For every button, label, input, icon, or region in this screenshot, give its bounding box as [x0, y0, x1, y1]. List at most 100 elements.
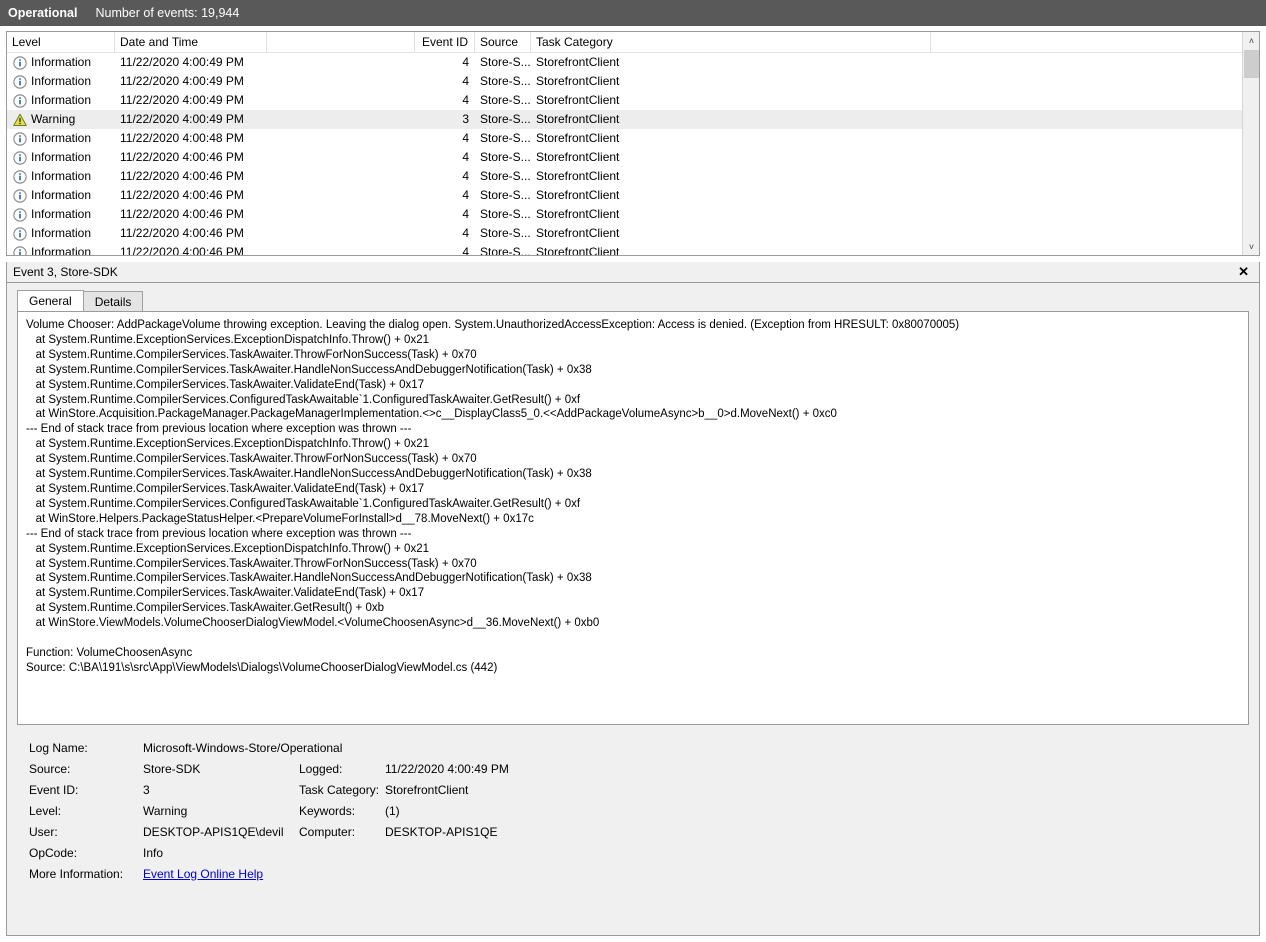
event-detail-panel: Event 3, Store-SDK ✕ General Details Vol…: [6, 262, 1260, 936]
event-id-value: 3: [143, 782, 150, 797]
cell-level: Information: [7, 53, 115, 72]
cell-spacer: [267, 129, 415, 148]
keywords-value: (1): [385, 803, 400, 818]
cell-event-id: 4: [462, 74, 469, 88]
table-row[interactable]: Information 11/22/2020 4:00:46 PM 4 Store-S…: [7, 167, 1259, 186]
cell-date-and-time: 11/22/2020 4:00:46 PM: [120, 169, 244, 183]
level-value: Warning: [143, 803, 188, 818]
cell-source: Store-S...: [480, 93, 531, 107]
event-metadata: Log Name: Microsoft-Windows-Store/Operat…: [29, 737, 1259, 884]
source-label: Source:: [29, 761, 71, 776]
cell-event-id: 4: [462, 55, 469, 69]
event-list-scrollbar[interactable]: ˄ ˅: [1242, 32, 1259, 255]
information-icon: [13, 74, 27, 89]
cell-date-and-time: 11/22/2020 4:00:46 PM: [120, 188, 244, 202]
close-icon[interactable]: ✕: [1234, 265, 1253, 279]
cell-task-category: StorefrontClient: [536, 74, 620, 88]
cell-date-and-time: 11/22/2020 4:00:49 PM: [120, 55, 244, 69]
column-header-spacer[interactable]: [267, 32, 415, 53]
logged-label: Logged:: [299, 761, 343, 776]
column-header-source[interactable]: Source: [475, 32, 531, 53]
cell-level: Information: [7, 148, 115, 167]
information-icon: [13, 226, 27, 241]
log-titlebar: Operational Number of events: 19,944: [0, 0, 1266, 26]
cell-spacer: [267, 53, 415, 72]
cell-event-id: 4: [462, 207, 469, 221]
level-label: Level:: [29, 803, 62, 818]
tab-general[interactable]: General: [17, 290, 84, 311]
information-icon: [13, 169, 27, 184]
cell-task-category: StorefrontClient: [536, 207, 620, 221]
table-row[interactable]: Warning 11/22/2020 4:00:49 PM 3 Store-S... S…: [7, 110, 1259, 129]
metadata-row-log-name: Log Name: Microsoft-Windows-Store/Operat…: [29, 737, 1259, 758]
user-value: DESKTOP-APIS1QE\devil: [143, 824, 284, 839]
cell-level: Information: [7, 91, 115, 110]
cell-date-and-time: 11/22/2020 4:00:49 PM: [120, 112, 244, 126]
table-row[interactable]: Information 11/22/2020 4:00:49 PM 4 Store-S…: [7, 72, 1259, 91]
cell-level-label: Information: [31, 245, 92, 255]
column-header-filler: [931, 32, 1259, 53]
cell-date-and-time: 11/22/2020 4:00:46 PM: [120, 226, 244, 240]
cell-event-id: 3: [462, 112, 469, 126]
event-id-label: Event ID:: [29, 782, 79, 797]
opcode-label: OpCode:: [29, 845, 78, 860]
cell-task-category: StorefrontClient: [536, 93, 620, 107]
scroll-up-icon[interactable]: ˄: [1243, 32, 1259, 49]
cell-level-label: Information: [31, 74, 92, 88]
information-icon: [13, 150, 27, 165]
column-header-date-and-time[interactable]: Date and Time: [115, 32, 267, 53]
cell-level-label: Information: [31, 169, 92, 183]
table-row[interactable]: Information 11/22/2020 4:00:49 PM 4 Store-S…: [7, 53, 1259, 72]
cell-level: Information: [7, 72, 115, 91]
cell-event-id: 4: [462, 169, 469, 183]
cell-event-id: 4: [462, 93, 469, 107]
table-row[interactable]: Information 11/22/2020 4:00:46 PM 4 Store-S…: [7, 186, 1259, 205]
cell-spacer: [267, 91, 415, 110]
source-value: Store-SDK: [143, 761, 201, 776]
cell-task-category: StorefrontClient: [536, 131, 620, 145]
tab-details[interactable]: Details: [82, 291, 144, 312]
table-row[interactable]: Information 11/22/2020 4:00:46 PM 4 Store-S…: [7, 243, 1259, 255]
cell-source: Store-S...: [480, 74, 531, 88]
cell-source: Store-S...: [480, 55, 531, 69]
task-category-value: StorefrontClient: [385, 782, 469, 797]
event-detail-title: Event 3, Store-SDK: [13, 265, 118, 279]
table-row[interactable]: Information 11/22/2020 4:00:46 PM 4 Store-S…: [7, 224, 1259, 243]
cell-source: Store-S...: [480, 169, 531, 183]
cell-date-and-time: 11/22/2020 4:00:46 PM: [120, 150, 244, 164]
scrollbar-thumb[interactable]: [1244, 50, 1259, 78]
cell-spacer: [267, 110, 415, 129]
cell-source: Store-S...: [480, 112, 531, 126]
column-header-event-id[interactable]: Event ID: [415, 32, 475, 53]
cell-task-category: StorefrontClient: [536, 150, 620, 164]
opcode-value: Info: [143, 845, 164, 860]
log-name-value: Microsoft-Windows-Store/Operational: [143, 740, 343, 755]
cell-level-label: Information: [31, 150, 92, 164]
cell-spacer: [267, 205, 415, 224]
detail-tabs: General Details: [7, 283, 1259, 312]
warning-icon: [13, 113, 27, 127]
cell-spacer: [267, 167, 415, 186]
event-description-box[interactable]: Volume Chooser: AddPackageVolume throwin…: [17, 311, 1249, 725]
cell-event-id: 4: [462, 188, 469, 202]
event-log-online-help-link[interactable]: Event Log Online Help: [143, 867, 263, 881]
table-row[interactable]: Information 11/22/2020 4:00:48 PM 4 Store-S…: [7, 129, 1259, 148]
cell-level: Warning: [7, 110, 115, 129]
column-header-task-category[interactable]: Task Category: [531, 32, 931, 53]
cell-level: Information: [7, 186, 115, 205]
table-row[interactable]: Information 11/22/2020 4:00:46 PM 4 Store-S…: [7, 205, 1259, 224]
metadata-row-source: Source: Store-SDK Logged: 11/22/2020 4:0…: [29, 758, 1259, 779]
column-header-level[interactable]: Level: [7, 32, 115, 53]
information-icon: [13, 188, 27, 203]
information-icon: [13, 55, 27, 70]
table-row[interactable]: Information 11/22/2020 4:00:46 PM 4 Store-S…: [7, 148, 1259, 167]
table-row[interactable]: Information 11/22/2020 4:00:49 PM 4 Store-S…: [7, 91, 1259, 110]
computer-value: DESKTOP-APIS1QE: [385, 824, 498, 839]
cell-date-and-time: 11/22/2020 4:00:49 PM: [120, 74, 244, 88]
keywords-label: Keywords:: [299, 803, 356, 818]
cell-level: Information: [7, 224, 115, 243]
cell-source: Store-S...: [480, 150, 531, 164]
scroll-down-icon[interactable]: ˅: [1243, 238, 1259, 255]
user-label: User:: [29, 824, 58, 839]
information-icon: [13, 245, 27, 255]
